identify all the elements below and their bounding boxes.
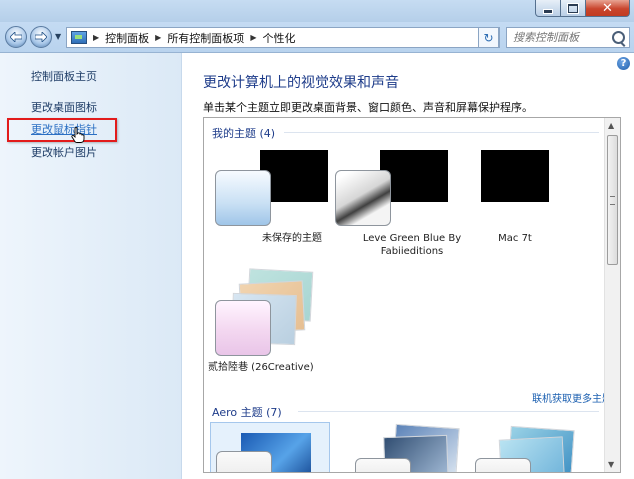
hand-cursor-icon xyxy=(71,127,85,143)
close-button[interactable]: ✕ xyxy=(586,0,630,17)
refresh-icon: ↻ xyxy=(483,30,494,45)
window-controls: ✕ xyxy=(535,0,630,17)
close-icon: ✕ xyxy=(602,0,613,16)
theme-name: Mac 7t xyxy=(498,233,532,244)
theme-color-swatch xyxy=(215,170,271,226)
control-panel-icon xyxy=(71,31,87,44)
maximize-icon xyxy=(567,2,579,14)
group-header-my-themes[interactable]: 我的主题 (4) xyxy=(212,125,275,141)
refresh-button[interactable]: ↻ xyxy=(478,27,499,48)
theme-name: 未保存的主题 xyxy=(262,233,322,244)
group-divider xyxy=(298,411,599,412)
maximize-button[interactable] xyxy=(561,0,586,17)
back-arrow-icon xyxy=(10,32,22,42)
recent-pages-dropdown[interactable]: ▼ xyxy=(55,32,61,41)
breadcrumb-all-items[interactable]: 所有控制面板项 xyxy=(167,30,244,46)
page-description: 单击某个主题立即更改桌面背景、窗口颜色、声音和屏幕保护程序。 xyxy=(203,101,533,114)
theme-thumbnail xyxy=(481,150,549,202)
main-content: ? 更改计算机上的视觉效果和声音 单击某个主题立即更改桌面背景、窗口颜色、声音和… xyxy=(182,53,634,479)
breadcrumb-chevron-icon[interactable]: ▶ xyxy=(155,33,161,42)
scrollbar-grip-icon xyxy=(610,196,615,205)
sidebar-item-account-picture[interactable]: 更改帐户图片 xyxy=(31,144,97,160)
theme-name: Leve Green Blue By Fabiieditions xyxy=(362,233,462,257)
scroll-down-arrow-icon[interactable]: ▼ xyxy=(608,460,614,469)
search-box[interactable] xyxy=(506,27,630,48)
breadcrumb-chevron-icon[interactable]: ▶ xyxy=(93,33,99,42)
breadcrumb-personalization[interactable]: 个性化 xyxy=(262,30,295,46)
group-header-aero-themes[interactable]: Aero 主题 (7) xyxy=(212,404,282,420)
sidebar: 控制面板主页 更改桌面图标 更改鼠标指针 更改帐户图片 xyxy=(0,53,182,479)
search-input[interactable] xyxy=(513,31,609,44)
theme-color-swatch xyxy=(335,170,391,226)
sidebar-item-mouse-pointers[interactable]: 更改鼠标指针 xyxy=(31,121,97,137)
minimize-button[interactable] xyxy=(535,0,561,17)
breadcrumb-chevron-icon[interactable]: ▶ xyxy=(250,33,256,42)
help-icon[interactable]: ? xyxy=(617,57,630,70)
scrollbar-thumb[interactable] xyxy=(607,135,618,265)
address-box[interactable]: ▶ 控制面板 ▶ 所有控制面板项 ▶ 个性化 ▼ xyxy=(66,27,500,48)
minimize-icon xyxy=(543,8,553,14)
forward-arrow-icon xyxy=(35,32,47,42)
navigation-bar: ▼ ▶ 控制面板 ▶ 所有控制面板项 ▶ 个性化 ▼ ↻ xyxy=(0,22,634,53)
title-bar: ✕ xyxy=(0,0,634,22)
theme-list: 我的主题 (4) 未保存的主题 Leve Green Blue By Fabii… xyxy=(203,117,621,473)
theme-color-swatch xyxy=(475,458,531,472)
get-more-themes-link[interactable]: 联机获取更多主题 xyxy=(532,390,612,405)
theme-color-swatch xyxy=(355,458,411,472)
forward-button[interactable] xyxy=(30,26,52,48)
search-icon[interactable] xyxy=(612,31,625,44)
sidebar-item-desktop-icons[interactable]: 更改桌面图标 xyxy=(31,99,97,115)
group-divider xyxy=(284,132,599,133)
scroll-up-arrow-icon[interactable]: ▲ xyxy=(608,121,614,130)
breadcrumb-control-panel[interactable]: 控制面板 xyxy=(105,30,149,46)
theme-color-swatch xyxy=(216,451,272,472)
theme-name: 贰拾陸巷 (26Creative) xyxy=(208,362,314,373)
sidebar-item-control-panel-home[interactable]: 控制面板主页 xyxy=(31,68,97,84)
breadcrumb: ▶ 控制面板 ▶ 所有控制面板项 ▶ 个性化 xyxy=(87,30,295,46)
aero-theme-tile-windows7[interactable] xyxy=(210,422,330,472)
page-title: 更改计算机上的视觉效果和声音 xyxy=(203,75,399,91)
back-button[interactable] xyxy=(5,26,27,48)
theme-color-swatch xyxy=(215,300,271,356)
vertical-scrollbar[interactable]: ▲ ▼ xyxy=(604,118,620,472)
